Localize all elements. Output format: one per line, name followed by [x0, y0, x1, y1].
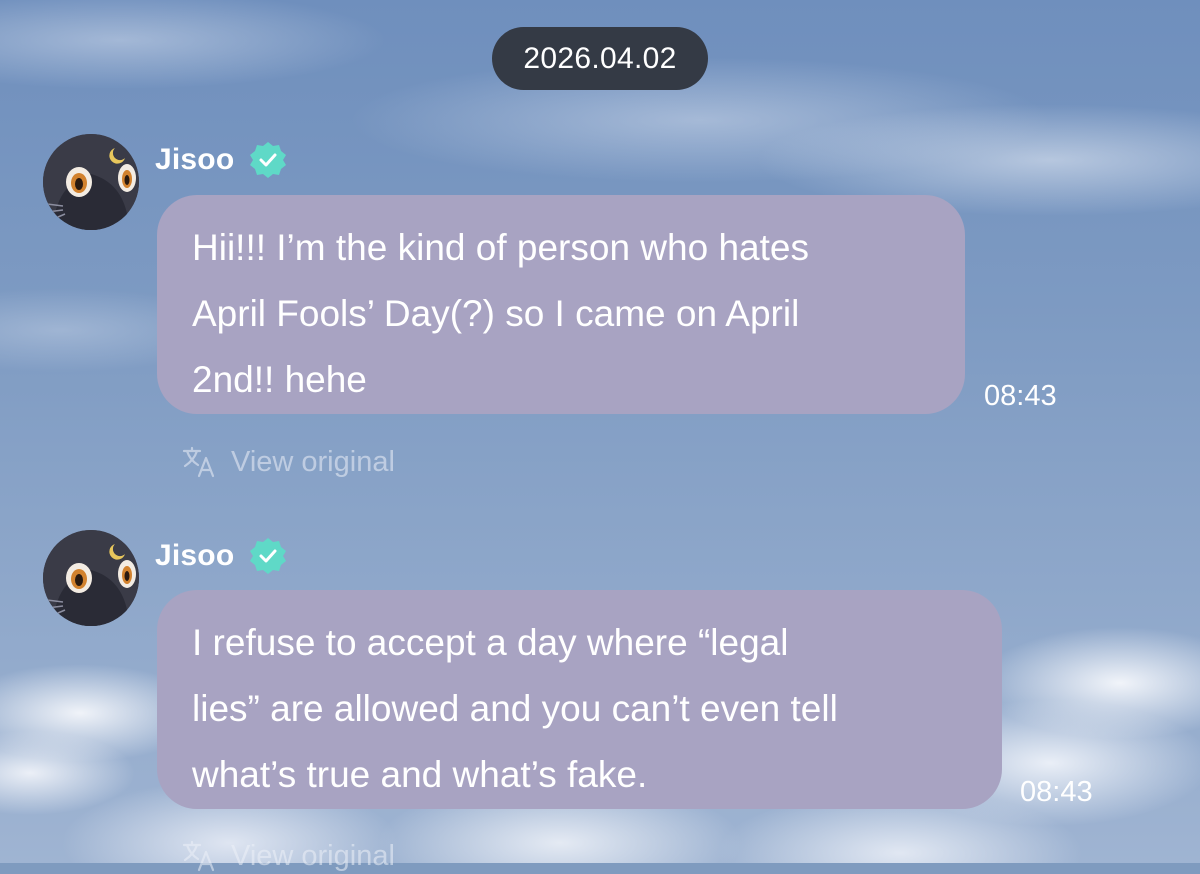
cat-avatar-icon — [43, 530, 139, 626]
message-text-line: Hii!!! I’m the kind of person who hates — [192, 227, 809, 268]
verified-badge-icon — [250, 538, 287, 574]
message-time: 08:43 — [1020, 776, 1093, 808]
view-original-link[interactable]: View original — [181, 838, 395, 874]
date-divider: 2026.04.02 — [492, 27, 708, 90]
view-original-link[interactable]: View original — [181, 444, 395, 480]
sender-row: Jisoo — [155, 536, 288, 576]
message-text-line: what’s true and what’s fake. — [192, 754, 648, 795]
sender-name[interactable]: Jisoo — [155, 143, 234, 177]
cat-avatar-icon — [43, 134, 139, 230]
view-original-label: View original — [231, 839, 395, 872]
avatar[interactable] — [43, 134, 139, 230]
message-text-line: April Fools’ Day(?) so I came on April — [192, 293, 800, 334]
translate-icon — [182, 446, 215, 478]
message-text-line: I refuse to accept a day where “legal — [192, 622, 789, 663]
view-original-label: View original — [231, 445, 395, 478]
message-text-line: lies” are allowed and you can’t even tel… — [192, 688, 838, 729]
sender-name[interactable]: Jisoo — [155, 539, 234, 573]
message-text-line: 2nd!! hehe — [192, 359, 367, 400]
message-bubble[interactable]: Hii!!! I’m the kind of person who hates … — [157, 195, 965, 414]
message-time: 08:43 — [984, 380, 1057, 412]
sender-row: Jisoo — [155, 140, 288, 180]
translate-icon — [182, 840, 215, 872]
message-bubble[interactable]: I refuse to accept a day where “legal li… — [157, 590, 1002, 809]
verified-badge-icon — [250, 142, 287, 178]
avatar[interactable] — [43, 530, 139, 626]
